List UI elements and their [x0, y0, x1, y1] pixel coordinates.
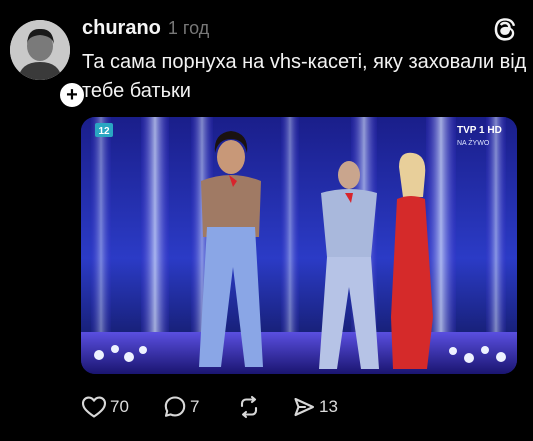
post-header: churano 1 год — [82, 17, 209, 40]
avatar[interactable] — [10, 20, 70, 80]
live-label: NA ŻYWO — [457, 138, 490, 147]
send-icon — [294, 397, 315, 417]
post-actions: 70 7 13 — [81, 392, 338, 422]
share-count: 13 — [319, 397, 338, 416]
plus-icon: + — [66, 84, 78, 106]
repost-button[interactable] — [237, 395, 292, 419]
threads-icon — [494, 18, 516, 41]
repost-icon — [240, 395, 258, 419]
post-media[interactable]: 12 TVP 1 HD NA ŻYWO — [81, 117, 517, 374]
avatar-container[interactable]: + — [10, 20, 87, 110]
comment-icon — [164, 396, 186, 417]
avatar-image — [10, 20, 70, 80]
post-caption: Та сама порнуха на vhs-касеті, яку захов… — [82, 51, 527, 102]
media-image: 12 TVP 1 HD NA ŻYWO — [81, 117, 517, 374]
username[interactable]: churano — [82, 17, 161, 40]
timestamp: 1 год — [167, 18, 210, 38]
share-button[interactable]: 13 — [292, 395, 338, 419]
reply-count: 7 — [190, 397, 200, 416]
broadcaster-logo: TVP 1 HD — [457, 125, 502, 136]
heart-icon — [81, 396, 107, 418]
like-count: 70 — [110, 397, 129, 416]
channel-badge: 12 — [98, 126, 110, 137]
reply-button[interactable]: 7 — [163, 395, 237, 419]
like-button[interactable]: 70 — [81, 395, 163, 419]
